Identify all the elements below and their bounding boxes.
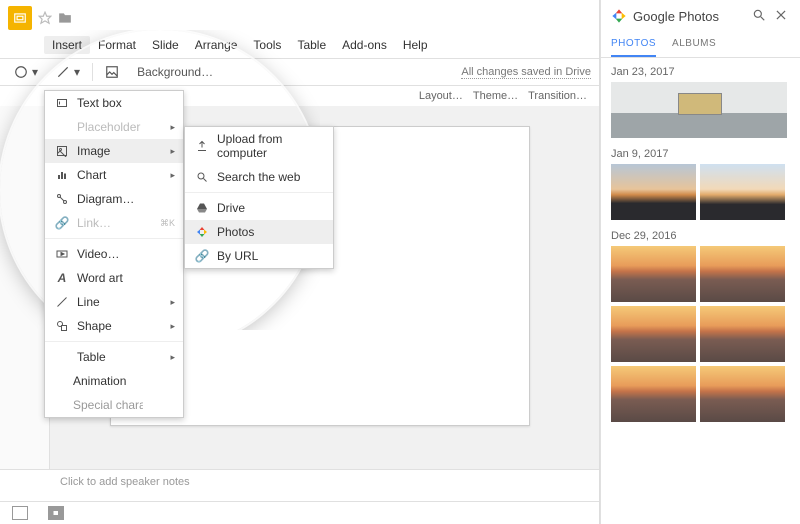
insert-image[interactable]: Image ▸ — [45, 139, 183, 163]
image-by-url[interactable]: 🔗 By URL — [185, 244, 333, 268]
menu-format[interactable]: Format — [90, 36, 144, 54]
view-grid-icon[interactable] — [48, 506, 64, 520]
close-icon[interactable] — [774, 8, 790, 24]
background-button[interactable]: Background… — [131, 63, 219, 81]
menu-arrange[interactable]: Arrange — [187, 36, 246, 54]
date-header: Jan 23, 2017 — [611, 66, 790, 78]
folder-icon[interactable] — [58, 11, 72, 25]
speaker-notes[interactable]: Click to add speaker notes — [0, 469, 599, 501]
menu-slide[interactable]: Slide — [144, 36, 187, 54]
insert-dropdown: Text box Placeholder ▸ Image ▸ Chart ▸ D… — [44, 90, 184, 418]
insert-textbox[interactable]: Text box — [45, 91, 183, 115]
shortcut-label: ⌘K — [160, 218, 175, 229]
save-status: All changes saved in Drive — [461, 66, 591, 79]
photo-thumbnail[interactable] — [611, 366, 696, 422]
photo-thumbnail[interactable] — [700, 366, 785, 422]
image-search-web[interactable]: Search the web — [185, 165, 333, 189]
search-icon — [195, 170, 209, 184]
menu-addons[interactable]: Add-ons — [334, 36, 395, 54]
tab-photos[interactable]: PHOTOS — [611, 32, 656, 57]
photo-thumbnail[interactable] — [700, 246, 785, 302]
photo-thumbnail[interactable] — [611, 82, 787, 138]
theme-button[interactable]: Theme… — [473, 90, 518, 102]
photo-thumbnail[interactable] — [611, 164, 696, 220]
menu-help[interactable]: Help — [395, 36, 436, 54]
menu-table[interactable]: Table — [289, 36, 334, 54]
insert-animation[interactable]: Animation — [45, 369, 183, 393]
panel-title: Google Photos — [633, 9, 746, 24]
chevron-right-icon: ▸ — [170, 170, 175, 181]
menu-tools[interactable]: Tools — [245, 36, 289, 54]
insert-line[interactable]: Line ▸ — [45, 290, 183, 314]
insert-wordart[interactable]: A Word art — [45, 266, 183, 290]
photo-thumbnail[interactable] — [611, 246, 696, 302]
filmstrip[interactable] — [0, 106, 50, 469]
date-header: Jan 9, 2017 — [611, 148, 790, 160]
google-photos-icon — [611, 8, 627, 24]
image-submenu: Upload from computer Search the web Driv… — [184, 126, 334, 269]
star-icon[interactable] — [38, 11, 52, 25]
insert-image-tool-icon[interactable] — [99, 63, 125, 81]
insert-chart[interactable]: Chart ▸ — [45, 163, 183, 187]
insert-placeholder: Placeholder ▸ — [45, 115, 183, 139]
insert-shape[interactable]: Shape ▸ — [45, 314, 183, 338]
insert-special[interactable]: Special characters… — [45, 393, 183, 417]
photo-thumbnail[interactable] — [611, 306, 696, 362]
chart-icon — [55, 168, 69, 182]
insert-video[interactable]: Video… — [45, 242, 183, 266]
search-icon[interactable] — [752, 8, 768, 24]
menu-insert[interactable]: Insert — [44, 36, 90, 54]
shape-tool-icon[interactable]: ▾ — [8, 63, 44, 81]
date-header: Dec 29, 2016 — [611, 230, 790, 242]
menubar: Insert Format Slide Arrange Tools Table … — [0, 36, 599, 58]
link-icon: 🔗 — [195, 249, 209, 263]
photo-thumbnail[interactable] — [700, 306, 785, 362]
chevron-right-icon: ▸ — [170, 321, 175, 332]
line-tool-icon[interactable]: ▾ — [50, 63, 86, 81]
insert-diagram[interactable]: Diagram… — [45, 187, 183, 211]
slides-app-icon — [8, 6, 32, 30]
diagram-icon — [55, 192, 69, 206]
photo-thumbnail[interactable] — [700, 164, 785, 220]
textbox-icon — [55, 96, 69, 110]
image-drive[interactable]: Drive — [185, 196, 333, 220]
upload-icon — [195, 139, 209, 153]
drive-icon — [195, 201, 209, 215]
image-photos[interactable]: Photos — [185, 220, 333, 244]
insert-table[interactable]: Table ▸ — [45, 345, 183, 369]
wordart-icon: A — [55, 271, 69, 285]
chevron-right-icon: ▸ — [170, 122, 175, 133]
line-icon — [55, 295, 69, 309]
image-icon — [55, 144, 69, 158]
layout-button[interactable]: Layout… — [419, 90, 463, 102]
photos-icon — [195, 225, 209, 239]
image-upload[interactable]: Upload from computer — [185, 127, 333, 165]
insert-link: 🔗 Link… ⌘K — [45, 211, 183, 235]
view-filmstrip-icon[interactable] — [12, 506, 28, 520]
link-icon: 🔗 — [55, 216, 69, 230]
transition-button[interactable]: Transition… — [528, 90, 587, 102]
video-icon — [55, 247, 69, 261]
chevron-right-icon: ▸ — [170, 352, 175, 363]
chevron-right-icon: ▸ — [170, 146, 175, 157]
tab-albums[interactable]: ALBUMS — [672, 32, 716, 57]
chevron-right-icon: ▸ — [170, 297, 175, 308]
photos-list[interactable]: Jan 23, 2017 Jan 9, 2017 Dec 29, 2016 — [601, 58, 800, 524]
shape-icon — [55, 319, 69, 333]
